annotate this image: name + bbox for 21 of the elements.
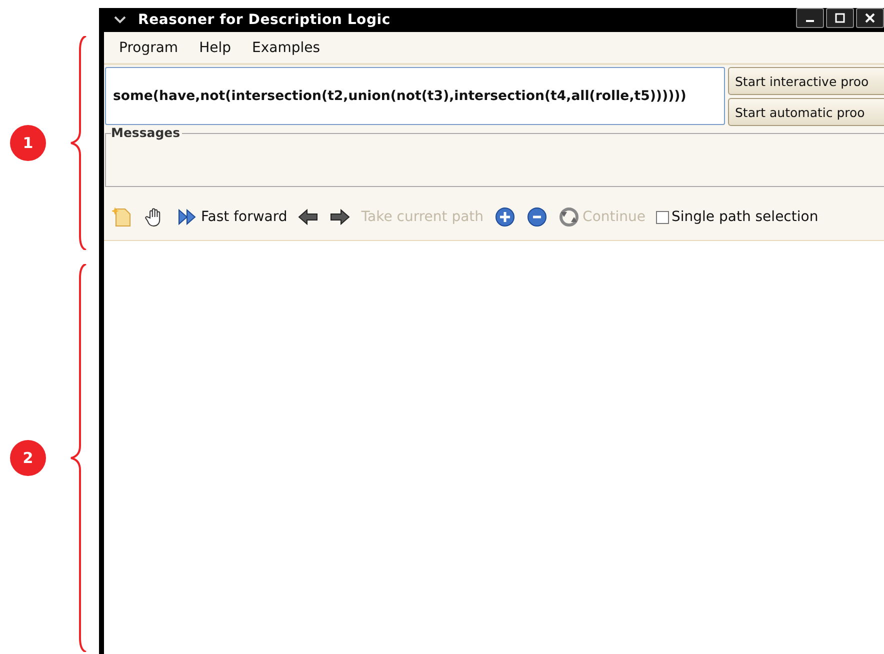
number-badge: 2 [10, 440, 46, 476]
menu-caret-icon[interactable] [114, 16, 126, 24]
minimize-icon[interactable] [796, 8, 824, 28]
zoom-in-icon[interactable] [494, 206, 516, 228]
checkbox-option[interactable]: Single path selection [656, 209, 818, 225]
close-icon[interactable] [856, 8, 884, 28]
messages-label: Messages [111, 125, 182, 140]
proof-button[interactable]: Start interactive proo [728, 67, 884, 95]
window-title: Reasoner for Description Logic [138, 12, 390, 28]
right-arrow-icon[interactable] [329, 206, 352, 228]
menu-item[interactable]: Help [188, 38, 241, 58]
toolbar-button[interactable]: Fast forward [201, 209, 288, 225]
fast-forward-icon[interactable] [176, 206, 198, 228]
zoom-out-icon[interactable] [526, 206, 548, 228]
formula-field[interactable]: some(have,not(intersection(t2,union(not(t3),intersection(t4,all(rolle,t5)))))) [105, 67, 725, 125]
left-arrow-icon[interactable] [297, 206, 320, 228]
menu-item[interactable]: Program [108, 38, 188, 58]
menu-item[interactable]: Examples [241, 38, 330, 58]
number-badge: 1 [10, 125, 46, 161]
proof-button[interactable]: Start automatic proo [728, 98, 884, 126]
maximize-icon[interactable] [826, 8, 854, 28]
